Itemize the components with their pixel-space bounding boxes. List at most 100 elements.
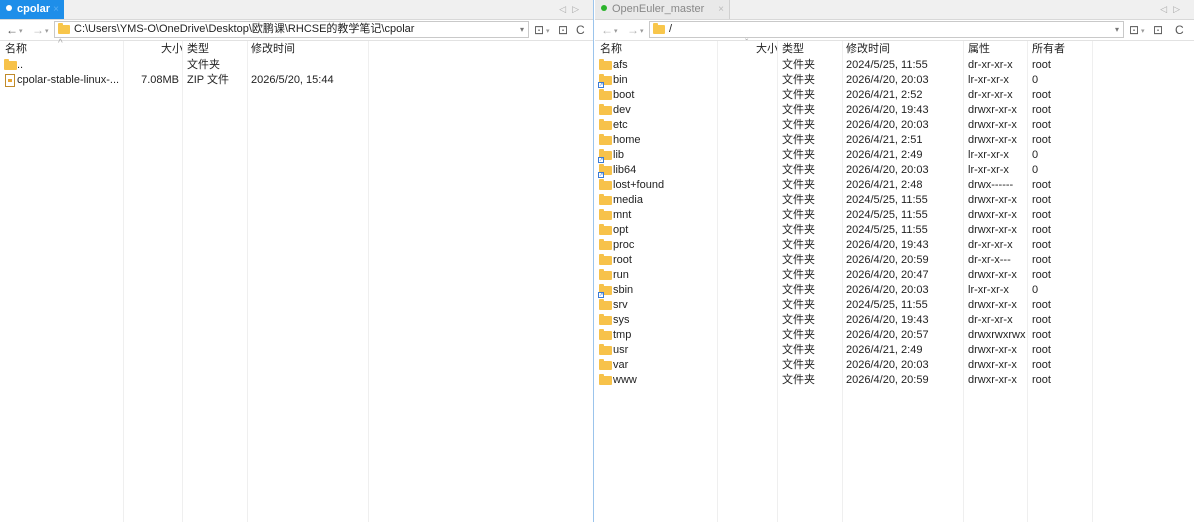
file-type: 文件夹 [782,374,815,386]
back-arrow-icon[interactable]: ← [6,22,18,38]
file-row[interactable]: .. 文件夹 [0,58,593,73]
file-row[interactable]: www 文件夹 2026/4/20, 20:59 drwxr-xr-x root [595,373,1194,388]
column-name[interactable]: 名称 [5,41,27,57]
file-type: 文件夹 [782,119,815,131]
file-row[interactable]: run 文件夹 2026/4/20, 20:47 drwxr-xr-x root [595,268,1194,283]
file-row[interactable]: ↗ lib 文件夹 2026/4/21, 2:49 lr-xr-xr-x 0 [595,148,1194,163]
tab-scroll-arrows-icon[interactable]: ◁▷ [1160,0,1186,19]
file-modified: 2026/5/20, 15:44 [251,74,334,86]
file-row[interactable]: var 文件夹 2026/4/20, 20:03 drwxr-xr-x root [595,358,1194,373]
file-row[interactable]: ↗ sbin 文件夹 2026/4/20, 20:03 lr-xr-xr-x 0 [595,283,1194,298]
refresh-icon[interactable]: C [1175,22,1184,38]
file-owner: root [1032,104,1051,116]
forward-arrow-icon[interactable]: → [32,22,44,38]
folder-icon [599,344,612,355]
file-type: 文件夹 [782,254,815,266]
file-modified: 2026/4/21, 2:48 [846,179,923,191]
bookmark-icon[interactable]: ⊡ [1129,22,1139,38]
column-owner[interactable]: 所有者 [1032,41,1065,57]
back-history-caret-icon[interactable]: ▾ [19,28,23,35]
file-row[interactable]: lost+found 文件夹 2026/4/21, 2:48 drwx------ ro… [595,178,1194,193]
tab-cpolar[interactable]: cpolar × [0,0,64,19]
file-row[interactable]: ↗ lib64 文件夹 2026/4/20, 20:03 lr-xr-xr-x 0 [595,163,1194,178]
file-type: 文件夹 [782,74,815,86]
file-row[interactable]: etc 文件夹 2026/4/20, 20:03 drwxr-xr-x root [595,118,1194,133]
file-row[interactable]: mnt 文件夹 2024/5/25, 11:55 drwxr-xr-x root [595,208,1194,223]
column-modified[interactable]: 修改时间 [846,41,890,57]
tab-scroll-arrows-icon[interactable]: ◁▷ [559,0,585,19]
file-modified: 2026/4/21, 2:49 [846,149,923,161]
back-arrow-icon[interactable]: ← [601,22,613,38]
file-attributes: lr-xr-xr-x [968,74,1009,86]
file-row[interactable]: dev 文件夹 2026/4/20, 19:43 drwxr-xr-x root [595,103,1194,118]
sort-descending-icon: ˇ [745,38,749,49]
file-row[interactable]: proc 文件夹 2026/4/20, 19:43 dr-xr-xr-x root [595,238,1194,253]
file-name: srv [613,299,628,311]
forward-arrow-icon[interactable]: → [627,22,639,38]
refresh-icon[interactable]: C [576,22,585,38]
file-row[interactable]: cpolar-stable-linux-... 7.08MB ZIP 文件 2026/… [0,73,593,88]
back-history-caret-icon[interactable]: ▾ [614,28,618,35]
forward-history-caret-icon[interactable]: ▾ [45,28,49,35]
column-type[interactable]: 类型 [782,41,804,57]
column-attributes[interactable]: 属性 [968,41,990,57]
file-row[interactable]: tmp 文件夹 2026/4/20, 20:57 drwxrwxrwx root [595,328,1194,343]
bookmark-caret-icon[interactable]: ▾ [546,28,550,35]
file-owner: root [1032,209,1051,221]
file-modified: 2026/4/20, 20:03 [846,74,929,86]
file-row[interactable]: boot 文件夹 2026/4/21, 2:52 dr-xr-xr-x root [595,88,1194,103]
folder-icon: ↗ [598,164,612,178]
column-size[interactable]: 大小 [756,41,778,57]
file-name: mnt [613,209,632,221]
file-owner: root [1032,194,1051,206]
file-owner: root [1032,239,1051,251]
file-name: root [613,254,632,266]
file-row[interactable]: root 文件夹 2026/4/20, 20:59 dr-xr-x--- root [595,253,1194,268]
remote-tab-bar: OpenEuler_master × ◁▷ [595,0,1194,20]
file-type: 文件夹 [782,269,815,281]
file-row[interactable]: sys 文件夹 2026/4/20, 19:43 dr-xr-xr-x root [595,313,1194,328]
path-dropdown-icon[interactable]: ▾ [520,22,524,37]
file-type: ZIP 文件 [187,74,229,86]
file-owner: 0 [1032,164,1039,176]
new-folder-icon[interactable]: ⊡ [1153,22,1163,38]
local-address-bar[interactable]: C:\Users\YMS-O\OneDrive\Desktop\欧鹏课\RHCS… [54,21,529,38]
file-row[interactable]: home 文件夹 2026/4/21, 2:51 drwxr-xr-x root [595,133,1194,148]
folder-icon [599,239,612,250]
folder-icon [599,59,612,70]
column-modified[interactable]: 修改时间 [251,41,295,57]
file-modified: 2026/4/20, 20:57 [846,329,929,341]
tab-openeuler-master[interactable]: OpenEuler_master × [595,0,730,19]
file-row[interactable]: media 文件夹 2024/5/25, 11:55 drwxr-xr-x root [595,193,1194,208]
new-folder-icon[interactable]: ⊡ [558,22,568,38]
folder-icon [599,374,612,385]
remote-path[interactable]: / [669,22,672,37]
file-row[interactable]: ↗ bin 文件夹 2026/4/20, 20:03 lr-xr-xr-x 0 [595,73,1194,88]
remote-address-bar[interactable]: / ▾ [649,21,1124,38]
forward-history-caret-icon[interactable]: ▾ [640,28,644,35]
file-owner: root [1032,269,1051,281]
file-row[interactable]: afs 文件夹 2024/5/25, 11:55 dr-xr-xr-x root [595,58,1194,73]
column-type[interactable]: 类型 [187,41,209,57]
file-type: 文件夹 [782,239,815,251]
tab-close-icon[interactable]: × [718,0,724,19]
file-modified: 2026/4/20, 20:47 [846,269,929,281]
file-row[interactable]: opt 文件夹 2024/5/25, 11:55 drwxr-xr-x root [595,223,1194,238]
column-size[interactable]: 大小 [161,41,183,57]
file-row[interactable]: srv 文件夹 2024/5/25, 11:55 drwxr-xr-x root [595,298,1194,313]
file-row[interactable]: usr 文件夹 2026/4/21, 2:49 drwxr-xr-x root [595,343,1194,358]
column-name[interactable]: 名称 [600,41,622,57]
folder-icon [599,134,612,145]
bookmark-icon[interactable]: ⊡ [534,22,544,38]
file-attributes: drwxr-xr-x [968,104,1017,116]
file-modified [251,58,366,73]
file-modified: 2026/4/20, 20:03 [846,284,929,296]
remote-file-pane: OpenEuler_master × ◁▷ ← ▾ → ▾ / ▾ ⊡ ▾ ⊡ … [595,0,1194,522]
file-modified: 2026/4/20, 20:03 [846,119,929,131]
local-path[interactable]: C:\Users\YMS-O\OneDrive\Desktop\欧鹏课\RHCS… [74,22,414,37]
tab-close-icon[interactable]: × [53,0,59,19]
file-attributes: drwxr-xr-x [968,374,1017,386]
bookmark-caret-icon[interactable]: ▾ [1141,28,1145,35]
file-name: afs [613,59,628,71]
path-dropdown-icon[interactable]: ▾ [1115,22,1119,37]
